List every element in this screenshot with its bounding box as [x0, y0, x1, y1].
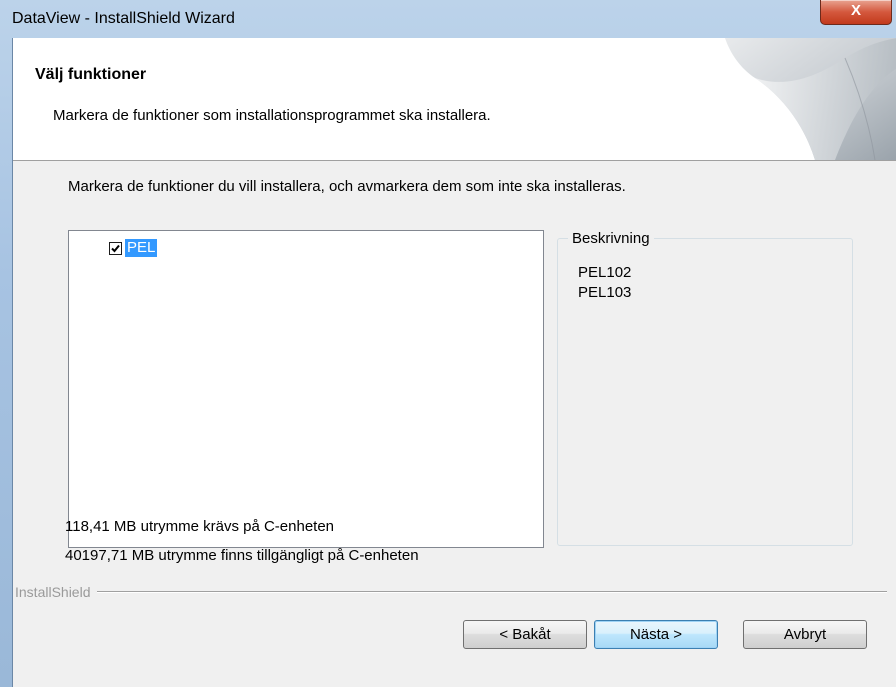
brand-divider: InstallShield: [13, 583, 896, 601]
window-title: DataView - InstallShield Wizard: [12, 10, 235, 27]
description-text: PEL102 PEL103: [578, 264, 632, 301]
check-icon: [111, 244, 120, 252]
tree-item-label[interactable]: PEL: [125, 239, 158, 257]
back-button[interactable]: < Bakåt: [463, 620, 587, 649]
space-required-text: 118,41 MB utrymme krävs på C-enheten: [65, 518, 335, 535]
page-subtitle: Markera de funktioner som installationsp…: [53, 107, 491, 124]
space-available-text: 40197,71 MB utrymme finns tillgängligt p…: [65, 547, 419, 564]
wizard-header: Välj funktioner Markera de funktioner so…: [13, 38, 896, 161]
page-curl-graphic: [725, 38, 896, 160]
close-icon: X: [850, 2, 861, 19]
next-button[interactable]: Nästa >: [594, 620, 718, 649]
cancel-button[interactable]: Avbryt: [743, 620, 867, 649]
dialog-body: Välj funktioner Markera de funktioner so…: [12, 38, 896, 687]
title-bar[interactable]: DataView - InstallShield Wizard X: [0, 0, 896, 38]
window-frame: DataView - InstallShield Wizard X Välj f…: [0, 0, 896, 687]
tree-item-pel[interactable]: PEL: [109, 239, 158, 257]
instruction-text: Markera de funktioner du vill installera…: [68, 178, 626, 195]
close-button[interactable]: X: [820, 0, 892, 25]
brand-label: InstallShield: [15, 584, 91, 600]
description-group: Beskrivning PEL102 PEL103: [557, 230, 853, 546]
page-title: Välj funktioner: [35, 66, 147, 83]
divider-line: [96, 591, 887, 593]
feature-checkbox[interactable]: [109, 241, 122, 255]
feature-tree[interactable]: PEL: [68, 230, 544, 548]
description-legend: Beskrivning: [568, 230, 654, 247]
